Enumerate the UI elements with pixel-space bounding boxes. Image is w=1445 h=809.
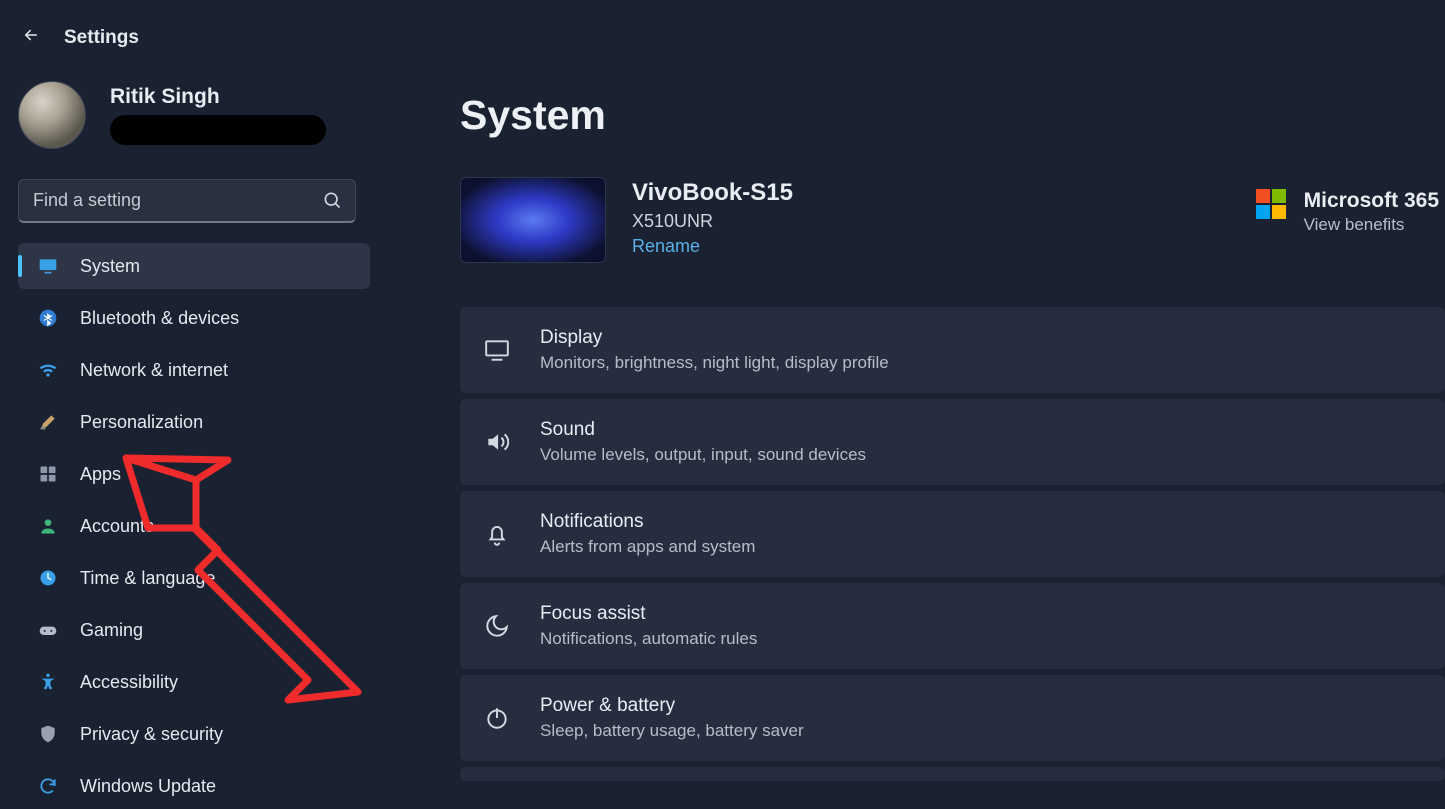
sidebar-item-apps[interactable]: Apps xyxy=(18,451,370,497)
device-name: VivoBook-S15 xyxy=(632,179,793,207)
setting-title: Power & battery xyxy=(540,695,804,717)
device-thumbnail[interactable] xyxy=(460,177,606,263)
accessibility-icon xyxy=(38,672,58,692)
search-row xyxy=(18,179,370,223)
wifi-icon xyxy=(38,360,58,380)
sidebar-item-time-language[interactable]: Time & language xyxy=(18,555,370,601)
device-model: X510UNR xyxy=(632,211,793,232)
sidebar-item-label: Apps xyxy=(80,464,121,485)
update-icon xyxy=(38,776,58,796)
monitor-icon xyxy=(38,256,58,276)
setting-power-battery[interactable]: Power & battery Sleep, battery usage, ba… xyxy=(460,675,1445,761)
search-icon[interactable] xyxy=(322,190,342,210)
sidebar: Settings Ritik Singh System Bluetooth & … xyxy=(0,0,388,790)
device-row: VivoBook-S15 X510UNR Rename Microsoft 36… xyxy=(460,177,1445,263)
avatar xyxy=(18,81,86,149)
setting-title: Sound xyxy=(540,419,866,441)
sidebar-item-system[interactable]: System xyxy=(18,243,370,289)
profile-email-redacted xyxy=(110,115,326,145)
setting-subtitle: Alerts from apps and system xyxy=(540,537,755,557)
setting-partial-row[interactable] xyxy=(460,767,1445,781)
clock-globe-icon xyxy=(38,568,58,588)
setting-subtitle: Monitors, brightness, night light, displ… xyxy=(540,353,889,373)
sidebar-item-label: Windows Update xyxy=(80,776,216,797)
sidebar-item-label: Personalization xyxy=(80,412,203,433)
sidebar-item-label: Privacy & security xyxy=(80,724,223,745)
setting-title: Notifications xyxy=(540,511,755,533)
page-title: System xyxy=(460,92,1445,139)
sidebar-item-label: System xyxy=(80,256,140,277)
display-icon xyxy=(484,337,510,363)
setting-sound[interactable]: Sound Volume levels, output, input, soun… xyxy=(460,399,1445,485)
microsoft-365-block[interactable]: Microsoft 365 View benefits xyxy=(1256,177,1445,235)
back-icon[interactable] xyxy=(22,26,40,49)
nav: System Bluetooth & devices Network & int… xyxy=(18,243,370,809)
shield-icon xyxy=(38,724,58,744)
sidebar-item-privacy[interactable]: Privacy & security xyxy=(18,711,370,757)
setting-display[interactable]: Display Monitors, brightness, night ligh… xyxy=(460,307,1445,393)
sidebar-item-label: Network & internet xyxy=(80,360,228,381)
profile-name: Ritik Singh xyxy=(110,85,326,109)
setting-subtitle: Sleep, battery usage, battery saver xyxy=(540,721,804,741)
bell-icon xyxy=(484,521,510,547)
main-pane: System VivoBook-S15 X510UNR Rename Micro… xyxy=(460,0,1445,790)
header-bar: Settings xyxy=(18,20,370,59)
sidebar-item-label: Time & language xyxy=(80,568,215,589)
sidebar-item-accessibility[interactable]: Accessibility xyxy=(18,659,370,705)
setting-subtitle: Volume levels, output, input, sound devi… xyxy=(540,445,866,465)
sidebar-item-windows-update[interactable]: Windows Update xyxy=(18,763,370,809)
sidebar-item-label: Accessibility xyxy=(80,672,178,693)
apps-icon xyxy=(38,464,58,484)
person-icon xyxy=(38,516,58,536)
search-input[interactable] xyxy=(18,179,356,223)
sound-icon xyxy=(484,429,510,455)
sidebar-item-label: Bluetooth & devices xyxy=(80,308,239,329)
gamepad-icon xyxy=(38,620,58,640)
profile-block[interactable]: Ritik Singh xyxy=(18,81,370,149)
setting-focus-assist[interactable]: Focus assist Notifications, automatic ru… xyxy=(460,583,1445,669)
settings-list: Display Monitors, brightness, night ligh… xyxy=(460,307,1445,781)
sidebar-item-label: Gaming xyxy=(80,620,143,641)
ms365-title: Microsoft 365 xyxy=(1304,189,1439,213)
setting-title: Focus assist xyxy=(540,603,757,625)
power-icon xyxy=(484,705,510,731)
bluetooth-icon xyxy=(38,308,58,328)
sidebar-item-bluetooth[interactable]: Bluetooth & devices xyxy=(18,295,370,341)
sidebar-item-accounts[interactable]: Accounts xyxy=(18,503,370,549)
ms365-subtitle: View benefits xyxy=(1304,215,1439,235)
sidebar-item-network[interactable]: Network & internet xyxy=(18,347,370,393)
brush-icon xyxy=(38,412,58,432)
sidebar-item-personalization[interactable]: Personalization xyxy=(18,399,370,445)
setting-subtitle: Notifications, automatic rules xyxy=(540,629,757,649)
moon-icon xyxy=(484,613,510,639)
microsoft-logo-icon xyxy=(1256,189,1286,219)
window-title: Settings xyxy=(64,27,139,49)
sidebar-item-gaming[interactable]: Gaming xyxy=(18,607,370,653)
rename-link[interactable]: Rename xyxy=(632,236,793,257)
setting-notifications[interactable]: Notifications Alerts from apps and syste… xyxy=(460,491,1445,577)
setting-title: Display xyxy=(540,327,889,349)
sidebar-item-label: Accounts xyxy=(80,516,154,537)
